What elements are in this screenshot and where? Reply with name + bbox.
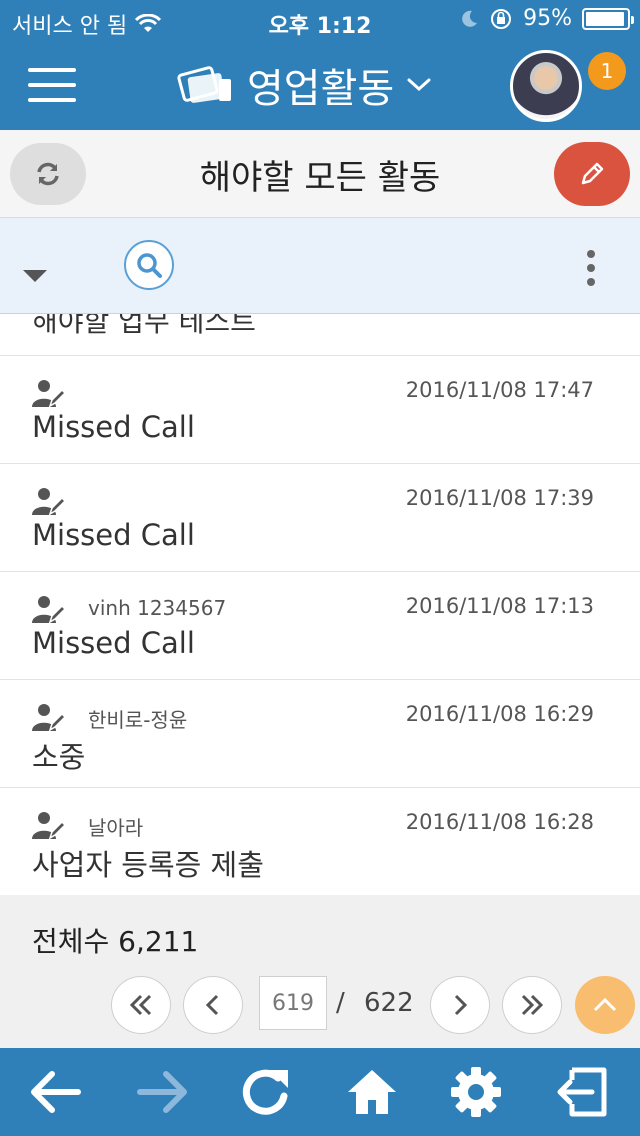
contact-name: 날아라 (88, 816, 144, 840)
contact-name: 한비로-정윤 (88, 708, 188, 732)
page-title: 해야할 모든 활동 (199, 158, 441, 198)
forward-arrow-icon (137, 1071, 187, 1113)
notification-badge[interactable]: 1 (588, 52, 626, 90)
battery-icon (582, 7, 634, 30)
moon-icon (462, 10, 478, 27)
prev-page-icon (205, 994, 219, 1016)
list-item[interactable]: 한비로-정윤 2016/11/08 16:29 소중 (0, 680, 640, 788)
caret-down-icon[interactable] (22, 268, 48, 284)
bottom-toolbar (0, 1048, 640, 1136)
status-bar: 서비스 안 됨 오후 1:12 95% (0, 0, 640, 40)
list-item[interactable]: 2016/11/08 17:39 Missed Call (0, 464, 640, 572)
settings-button[interactable] (446, 1064, 506, 1120)
list-item[interactable]: vinh 1234567 2016/11/08 17:13 Missed Cal… (0, 572, 640, 680)
person-edit-icon (32, 380, 66, 408)
avatar[interactable] (510, 50, 582, 122)
page-number-input[interactable] (259, 976, 327, 1030)
person-edit-icon (32, 596, 66, 624)
search-icon (137, 253, 162, 278)
activity-date: 2016/11/08 17:13 (405, 594, 594, 618)
next-page-button[interactable] (430, 976, 490, 1034)
activity-date: 2016/11/08 16:28 (405, 810, 594, 834)
first-page-button[interactable] (111, 976, 171, 1034)
page-separator: / (336, 988, 345, 1018)
scroll-to-top-button[interactable] (575, 976, 635, 1034)
battery-percent: 95% (523, 6, 572, 31)
briefcase-icon (177, 66, 231, 103)
menu-icon[interactable] (28, 68, 76, 102)
battery-fill (586, 11, 624, 26)
person-edit-icon (32, 704, 66, 732)
chevron-down-icon (407, 78, 431, 92)
reload-button[interactable] (236, 1064, 296, 1120)
logout-icon (557, 1067, 607, 1117)
list-item[interactable]: 해야할 업무 테스트 (0, 314, 640, 356)
first-page-icon (129, 994, 152, 1016)
new-activity-button[interactable] (554, 142, 630, 206)
activity-subject: Missed Call (32, 518, 195, 552)
activity-subject: Missed Call (32, 410, 195, 444)
list-item[interactable]: 2016/11/08 17:47 Missed Call (0, 356, 640, 464)
rotation-lock-icon (491, 8, 512, 29)
activity-date: 2016/11/08 17:39 (405, 486, 594, 510)
pencil-icon (581, 162, 604, 185)
prev-page-button[interactable] (183, 976, 243, 1034)
home-button[interactable] (342, 1064, 402, 1120)
next-page-icon (454, 994, 468, 1016)
forward-button[interactable] (132, 1064, 192, 1120)
activity-subject: 해야할 업무 테스트 (32, 314, 256, 338)
reload-icon (242, 1069, 288, 1115)
total-count: 전체수 6,211 (32, 925, 199, 958)
person-edit-icon (32, 812, 66, 840)
total-pages: 622 (364, 988, 414, 1018)
app-title-dropdown[interactable]: 영업활동 (175, 56, 432, 114)
search-button[interactable] (124, 240, 174, 290)
last-page-icon (521, 994, 544, 1016)
activity-subject: 사업자 등록증 제출 (32, 848, 264, 882)
app-header: 영업활동 1 (0, 40, 640, 130)
activity-date: 2016/11/08 16:29 (405, 702, 594, 726)
logout-button[interactable] (552, 1064, 612, 1120)
status-right: 95% (459, 6, 634, 31)
more-vertical-icon[interactable] (584, 250, 598, 286)
chevron-up-icon (593, 997, 617, 1012)
last-page-button[interactable] (502, 976, 562, 1034)
app-title: 영업활동 (247, 66, 395, 112)
back-button[interactable] (26, 1064, 86, 1120)
person-edit-icon (32, 488, 66, 516)
activity-date: 2016/11/08 17:47 (405, 378, 594, 402)
title-bar: 해야할 모든 활동 (0, 130, 640, 218)
contact-name: vinh 1234567 (88, 596, 227, 620)
activity-list: 해야할 업무 테스트 2016/11/08 17:47 Missed Call … (0, 314, 640, 895)
gear-icon (451, 1067, 501, 1117)
list-item[interactable]: 날아라 2016/11/08 16:28 사업자 등록증 제출 (0, 788, 640, 895)
activity-subject: 소중 (32, 740, 86, 774)
filter-bar (0, 218, 640, 314)
back-arrow-icon (31, 1071, 81, 1113)
home-icon (348, 1070, 396, 1114)
activity-subject: Missed Call (32, 626, 195, 660)
